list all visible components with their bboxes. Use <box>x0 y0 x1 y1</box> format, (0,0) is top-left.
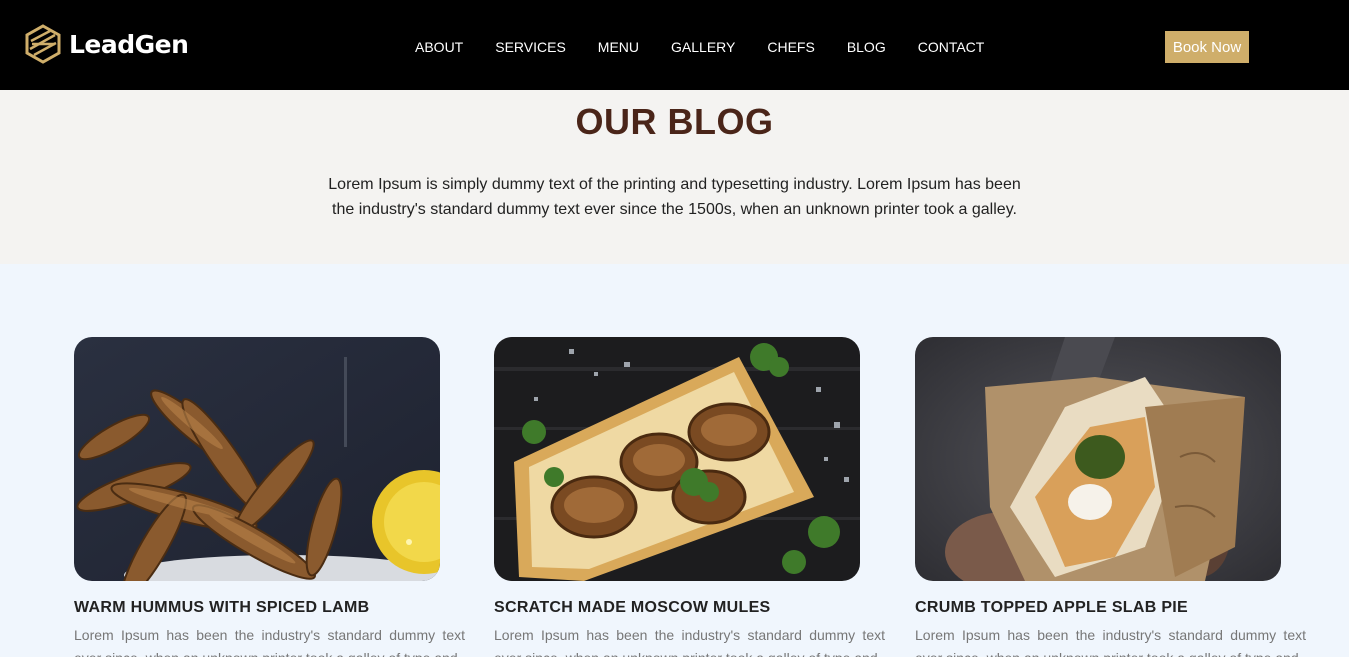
mushroom-pastry-photo <box>494 337 860 581</box>
blog-card-title[interactable]: CRUMB TOPPED APPLE SLAB PIE <box>915 599 1307 617</box>
blog-card: WARM HUMMUS WITH SPICED LAMB Lorem Ipsum… <box>74 337 466 657</box>
blog-card-title[interactable]: SCRATCH MADE MOSCOW MULES <box>494 599 886 617</box>
blog-card-excerpt: Lorem Ipsum has been the industry's stan… <box>74 627 465 657</box>
sandwich-photo <box>915 337 1281 581</box>
main-nav: ABOUT SERVICES MENU GALLERY CHEFS BLOG C… <box>415 39 1016 55</box>
nav-menu[interactable]: MENU <box>598 39 639 55</box>
nav-about[interactable]: ABOUT <box>415 39 463 55</box>
nav-gallery[interactable]: GALLERY <box>671 39 735 55</box>
blog-intro-section: OUR BLOG Lorem Ipsum is simply dummy tex… <box>0 90 1349 264</box>
blog-card-title[interactable]: WARM HUMMUS WITH SPICED LAMB <box>74 599 466 617</box>
blog-card-excerpt: Lorem Ipsum has been the industry's stan… <box>915 627 1306 657</box>
section-title: OUR BLOG <box>575 101 774 142</box>
nav-services[interactable]: SERVICES <box>495 39 566 55</box>
fried-fish-photo <box>74 337 440 581</box>
blog-card-image[interactable] <box>915 337 1281 581</box>
blog-card-excerpt: Lorem Ipsum has been the industry's stan… <box>494 627 885 657</box>
top-navbar: LeadGen ABOUT SERVICES MENU GALLERY CHEF… <box>0 0 1349 90</box>
book-now-button[interactable]: Book Now <box>1165 31 1249 63</box>
brand-logo[interactable]: LeadGen <box>24 24 189 64</box>
blog-card-image[interactable] <box>494 337 860 581</box>
section-description: Lorem Ipsum is simply dummy text of the … <box>328 176 1021 218</box>
blog-card: CRUMB TOPPED APPLE SLAB PIE Lorem Ipsum … <box>915 337 1307 657</box>
logo-hexagon-icon <box>25 24 61 64</box>
brand-name: LeadGen <box>69 29 189 59</box>
blog-card: SCRATCH MADE MOSCOW MULES Lorem Ipsum ha… <box>494 337 886 657</box>
nav-blog[interactable]: BLOG <box>847 39 886 55</box>
blog-card-image[interactable] <box>74 337 440 581</box>
nav-contact[interactable]: CONTACT <box>918 39 985 55</box>
nav-chefs[interactable]: CHEFS <box>767 39 814 55</box>
